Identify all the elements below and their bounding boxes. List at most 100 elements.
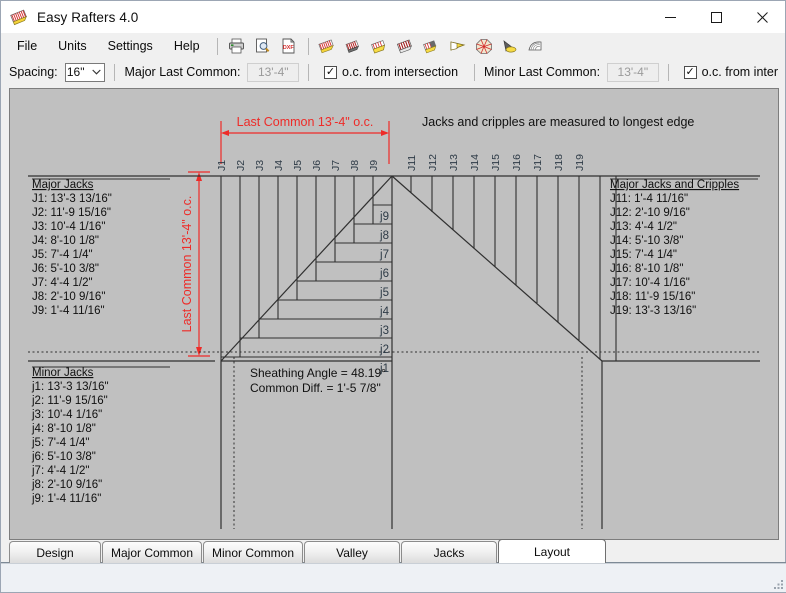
svg-text:J9: J9 — [368, 160, 380, 171]
svg-text:J13: 4'-4 1/2": J13: 4'-4 1/2" — [610, 221, 677, 233]
tab-jacks[interactable]: Jacks — [401, 541, 497, 563]
svg-text:J1: 13'-3 13/16": J1: 13'-3 13/16" — [32, 193, 112, 205]
rafter-dark-icon[interactable] — [343, 36, 365, 57]
svg-text:J6: J6 — [311, 160, 323, 171]
options-bar: Spacing: 16" Major Last Common: 13'-4" ✓… — [1, 59, 785, 85]
print-preview-icon[interactable] — [252, 36, 274, 57]
major-last-common-label: Major Last Common: — [124, 65, 241, 79]
svg-text:J19: 13'-3 13/16": J19: 13'-3 13/16" — [610, 305, 696, 317]
cone-icon[interactable] — [499, 36, 521, 57]
svg-text:J17: 10'-4 1/16": J17: 10'-4 1/16" — [610, 277, 690, 289]
tab-minor-common[interactable]: Minor Common — [203, 541, 303, 563]
app-window: Easy Rafters 4.0 File Units Settings Hel… — [0, 0, 786, 593]
spacing-label: Spacing: — [9, 65, 58, 79]
tab-design[interactable]: Design — [9, 541, 101, 563]
svg-text:J14: J14 — [469, 154, 481, 171]
minor-last-common-field[interactable]: 13'-4" — [607, 62, 659, 82]
top-labels-right: J11 J12 J13 J14 J15 J16 J17 J18 J19 — [406, 154, 586, 171]
svg-text:J11: J11 — [406, 155, 418, 171]
minor-last-common-label: Minor Last Common: — [484, 65, 601, 79]
svg-text:J3: 10'-4 1/16": J3: 10'-4 1/16" — [32, 221, 105, 233]
tab-major-common[interactable]: Major Common — [102, 541, 202, 563]
sheathing-angle: Sheathing Angle = 48.19° — [250, 366, 386, 380]
minimize-button[interactable] — [647, 1, 693, 33]
svg-text:j3: 10'-4 1/16": j3: 10'-4 1/16" — [31, 409, 102, 421]
svg-text:J12: 2'-10 9/16": J12: 2'-10 9/16" — [610, 207, 690, 219]
svg-text:J15: J15 — [490, 154, 502, 171]
tab-strip: Design Major Common Minor Common Valley … — [1, 539, 786, 563]
svg-text:J16: J16 — [511, 154, 523, 171]
menu-help[interactable]: Help — [164, 36, 210, 56]
fan-icon[interactable] — [525, 36, 547, 57]
menu-units[interactable]: Units — [48, 36, 96, 56]
svg-text:J19: J19 — [574, 154, 586, 171]
octagon-icon[interactable] — [473, 36, 495, 57]
dxf-export-icon[interactable]: DXF — [278, 36, 300, 57]
left-dimension-label: Last Common 13'-4" o.c. — [180, 196, 194, 333]
toolbar-separator-2 — [307, 37, 309, 55]
svg-text:j6: j6 — [379, 268, 389, 280]
rafter-red-icon[interactable] — [317, 36, 339, 57]
major-oc-checkbox-wrap[interactable]: ✓ o.c. from intersection — [324, 65, 465, 79]
svg-text:J3: J3 — [254, 160, 266, 171]
spacing-select[interactable]: 16" — [64, 62, 106, 82]
tab-layout[interactable]: Layout — [498, 539, 606, 563]
major-oc-label: o.c. from intersection — [342, 65, 459, 79]
svg-text:j5: j5 — [379, 287, 389, 299]
options-separator-4 — [667, 63, 669, 81]
toolbar-separator — [216, 37, 218, 55]
rafter-valley-icon[interactable] — [421, 36, 443, 57]
svg-text:j2: 11'-9 15/16": j2: 11'-9 15/16" — [31, 395, 108, 407]
spacing-value: 16" — [66, 65, 85, 79]
top-labels-left: J1 J2 J3 J4 J5 J6 J7 J8 J9 — [216, 160, 380, 171]
canvas-note: Jacks and cripples are measured to longe… — [422, 115, 694, 129]
rafter-yellow-icon[interactable] — [369, 36, 391, 57]
print-icon[interactable] — [226, 36, 248, 57]
svg-text:j7: j7 — [379, 249, 389, 261]
tab-valley[interactable]: Valley — [304, 541, 400, 563]
svg-text:j3: j3 — [379, 325, 389, 337]
svg-text:J15: 7'-4 1/4": J15: 7'-4 1/4" — [610, 249, 677, 261]
rafter-wedge-icon[interactable] — [447, 36, 469, 57]
svg-text:j9: 1'-4 11/16": j9: 1'-4 11/16" — [31, 493, 101, 505]
chevron-down-icon — [89, 69, 104, 75]
svg-text:J14: 5'-10 3/8": J14: 5'-10 3/8" — [610, 235, 683, 247]
menu-settings[interactable]: Settings — [98, 36, 163, 56]
svg-text:j8: j8 — [379, 230, 389, 242]
svg-text:J18: 11'-9 15/16": J18: 11'-9 15/16" — [610, 291, 695, 303]
svg-text:j7: 4'-4 1/2": j7: 4'-4 1/2" — [31, 465, 89, 477]
menu-file[interactable]: File — [7, 36, 47, 56]
svg-text:j4: 8'-10 1/8": j4: 8'-10 1/8" — [31, 423, 96, 435]
top-dimension-label: Last Common 13'-4" o.c. — [237, 115, 374, 129]
major-last-common-field[interactable]: 13'-4" — [247, 62, 300, 82]
svg-text:J12: J12 — [427, 154, 439, 171]
svg-text:J8: 2'-10 9/16": J8: 2'-10 9/16" — [32, 291, 105, 303]
options-separator-1 — [114, 63, 116, 81]
svg-text:J17: J17 — [532, 154, 544, 171]
major-oc-checkbox[interactable]: ✓ — [324, 65, 338, 79]
svg-text:j2: j2 — [379, 344, 389, 356]
close-button[interactable] — [739, 1, 785, 33]
svg-text:J4: 8'-10 1/8": J4: 8'-10 1/8" — [32, 235, 99, 247]
svg-text:j6: 5'-10 3/8": j6: 5'-10 3/8" — [31, 451, 96, 463]
svg-text:j9: j9 — [379, 211, 389, 223]
rafter-striped-icon[interactable] — [395, 36, 417, 57]
svg-text:DXF: DXF — [283, 45, 294, 51]
options-separator-3 — [474, 63, 476, 81]
resize-grip-icon[interactable] — [772, 578, 784, 590]
minor-oc-checkbox-wrap[interactable]: ✓ o.c. from inter — [683, 65, 785, 79]
maximize-button[interactable] — [693, 1, 739, 33]
layout-drawing-canvas[interactable]: Last Common 13'-4" o.c. Jacks and crippl… — [9, 88, 779, 540]
svg-text:j4: j4 — [379, 306, 390, 318]
minor-oc-checkbox[interactable]: ✓ — [683, 65, 697, 79]
minor-jacks-title: Minor Jacks — [32, 367, 94, 379]
common-diff: Common Diff. = 1'-5 7/8" — [250, 381, 381, 395]
rafter-icon — [10, 7, 30, 27]
step-labels: j1 j2 j3 j4 j5 j6 j7 j8 j9 — [379, 211, 390, 375]
svg-text:J9: 1'-4 11/16": J9: 1'-4 11/16" — [32, 305, 105, 317]
svg-text:J11: 1'-4 11/16": J11: 1'-4 11/16" — [610, 193, 688, 205]
status-bar — [1, 563, 786, 592]
svg-text:J1: J1 — [216, 160, 228, 171]
roof-layout-svg: Last Common 13'-4" o.c. Jacks and crippl… — [10, 89, 778, 539]
svg-text:J2: 11'-9 15/16": J2: 11'-9 15/16" — [32, 207, 111, 219]
